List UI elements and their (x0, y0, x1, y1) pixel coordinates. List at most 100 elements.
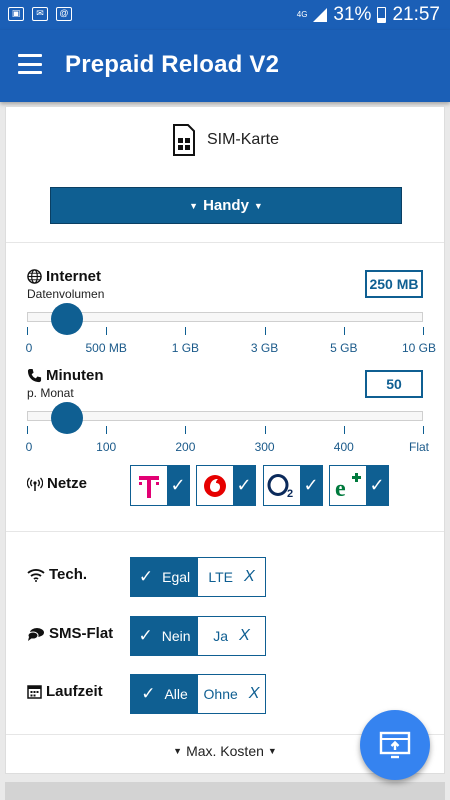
cross-icon: X (243, 568, 255, 585)
signal-icon (313, 8, 328, 22)
slider-tick (343, 426, 345, 434)
slider-tick-label: 500 MB (85, 341, 127, 355)
minutes-value: 50 (365, 370, 423, 398)
caret-down-icon: ▼ (173, 746, 183, 756)
divider (6, 531, 444, 532)
cross-icon: X (248, 685, 260, 702)
calendar-icon (27, 685, 42, 699)
slider-tick (106, 327, 108, 335)
network-toggle-vodafone[interactable]: ✓ (196, 465, 256, 506)
internet-slider-track[interactable] (27, 312, 423, 322)
minutes-ticks (27, 426, 424, 434)
minutes-title: Minuten (27, 367, 104, 384)
app-icon: ▣ (8, 7, 24, 21)
clock: 21:57 (392, 4, 440, 25)
next-card-edge (5, 782, 445, 800)
phone-icon (27, 368, 42, 383)
network-type: 4G (296, 10, 308, 19)
cast-share-icon (379, 731, 411, 759)
o2-icon: 2 (267, 473, 293, 499)
check-icon: ✓ (167, 466, 189, 505)
tech-option-lte[interactable]: LTE X (198, 558, 265, 596)
device-type-label: Handy (203, 197, 249, 214)
globe-icon (27, 269, 42, 284)
sim-label: SIM-Karte (206, 131, 279, 148)
chat-icon (27, 627, 44, 641)
share-fab[interactable] (360, 710, 430, 780)
duration-option-alle[interactable]: ✓ Alle (131, 675, 198, 713)
minutes-subtitle: p. Monat (27, 386, 74, 400)
slider-tick-label: 5 GB (330, 341, 358, 355)
check-icon: ✓ (233, 466, 255, 505)
eplus-icon: e (335, 472, 361, 500)
status-bar: ▣ ✉ @ 4G 31% 21:57 (0, 0, 450, 30)
internet-value: 250 MB (365, 270, 423, 298)
slider-tick (185, 327, 187, 335)
device-type-dropdown[interactable]: ▼ Handy ▼ (50, 187, 402, 224)
wifi-icon (27, 568, 45, 582)
cross-icon: X (239, 627, 250, 644)
mail-icon: ✉ (32, 7, 48, 21)
tech-title: Tech. (27, 566, 87, 583)
duration-title: Laufzeit (27, 683, 103, 700)
app-bar: Prepaid Reload V2 (0, 30, 450, 102)
slider-tick-label: 400 (333, 440, 354, 454)
max-cost-label: Max. Kosten (186, 743, 264, 759)
sms-option-ja[interactable]: Ja X (198, 617, 265, 655)
divider (6, 242, 444, 243)
tech-option-egal[interactable]: ✓ Egal (131, 558, 198, 596)
sim-card-icon (172, 124, 195, 156)
slider-tick (264, 327, 266, 335)
telekom-t-icon (139, 475, 159, 498)
vodafone-icon (204, 474, 226, 497)
sms-flat-segmented-control: ✓ Nein Ja X (130, 616, 266, 656)
filter-card: SIM-Karte ▼ Handy ▼ Internet Datenvolume… (5, 106, 445, 774)
notification-icons: ▣ ✉ @ (8, 7, 72, 21)
slider-tick-label: Flat (408, 440, 430, 454)
slider-tick-label: 3 GB (250, 341, 279, 355)
internet-slider-thumb[interactable] (50, 303, 83, 335)
battery-icon (377, 7, 387, 23)
slider-tick (423, 426, 424, 434)
slider-tick-label: 10 GB (401, 341, 437, 355)
network-toggle-telekom[interactable]: ✓ (130, 465, 190, 506)
caret-down-icon: ▼ (253, 200, 263, 211)
caret-down-icon: ▼ (267, 746, 277, 756)
check-icon: ✓ (138, 626, 153, 645)
slider-tick-label: 200 (175, 440, 196, 454)
svg-text:e: e (335, 476, 346, 500)
duration-option-ohne[interactable]: Ohne X (198, 675, 265, 713)
network-toggle-eplus[interactable]: e ✓ (329, 465, 389, 506)
slider-tick (27, 426, 28, 434)
caret-down-icon: ▼ (189, 200, 199, 211)
system-icons: 4G 31% 21:57 (297, 4, 440, 26)
network-toggle-o2[interactable]: 2 ✓ (263, 465, 323, 506)
slider-tick-label: 0 (25, 440, 33, 454)
tech-segmented-control: ✓ Egal LTE X (130, 557, 266, 597)
minutes-slider-thumb[interactable] (50, 402, 83, 434)
internet-ticks (27, 327, 424, 335)
menu-icon[interactable] (18, 54, 42, 74)
slider-tick (27, 327, 28, 335)
internet-title: Internet (27, 268, 101, 285)
internet-subtitle: Datenvolumen (27, 287, 105, 301)
slider-tick (185, 426, 187, 434)
slider-tick-label: 100 (96, 440, 117, 454)
check-icon: ✓ (300, 466, 322, 505)
sim-row: SIM-Karte (6, 123, 444, 157)
battery-percent: 31% (333, 4, 372, 25)
svg-text:2: 2 (287, 488, 293, 499)
slider-tick-label: 1 GB (171, 341, 200, 355)
check-icon: ✓ (138, 567, 154, 586)
app-title: Prepaid Reload V2 (65, 51, 280, 78)
sms-option-nein[interactable]: ✓ Nein (131, 617, 198, 655)
minutes-slider-track[interactable] (27, 411, 423, 421)
slider-tick (343, 327, 345, 335)
slider-tick (423, 327, 424, 335)
slider-tick (106, 426, 108, 434)
slider-tick (264, 426, 266, 434)
check-icon: ✓ (141, 684, 156, 703)
sms-flat-title: SMS-Flat (27, 625, 113, 642)
duration-segmented-control: ✓ Alle Ohne X (130, 674, 266, 714)
slider-tick-label: 0 (25, 341, 33, 355)
